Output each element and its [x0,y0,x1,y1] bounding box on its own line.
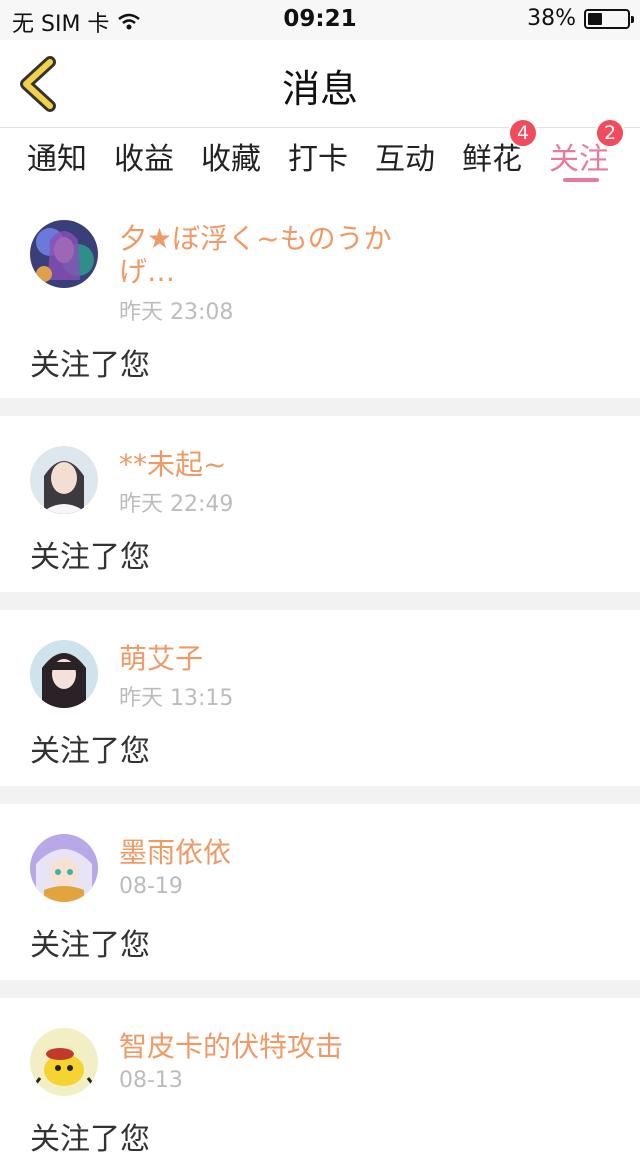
battery-percent: 38% [527,6,576,31]
list-item[interactable]: 萌艾子 昨天 13:15 关注了您 [0,610,640,786]
tab-interaction[interactable]: 互动 [375,134,435,178]
message-text: 关注了您 [30,928,150,963]
tab-bar: 通知 收益 收藏 打卡 互动 鲜花 4 关注 2 [0,118,640,186]
page-title: 消息 [281,67,358,111]
username[interactable]: 萌艾子 [119,642,419,675]
avatar[interactable] [30,220,98,288]
tab-notice[interactable]: 通知 [27,134,87,178]
message-text: 关注了您 [30,734,150,769]
tab-favorites[interactable]: 收藏 [201,134,261,178]
message-text: 关注了您 [30,348,150,383]
tab-label: 互动 [375,142,435,177]
tab-label: 鲜花 [462,142,522,177]
list-item[interactable]: **未起~ 昨天 22:49 关注了您 [0,416,640,592]
timestamp: 昨天 22:49 [119,492,234,517]
tab-label: 关注 [549,142,609,177]
tab-label: 打卡 [288,142,348,177]
timestamp: 08-19 [119,874,183,899]
list-item[interactable]: 墨雨依依 08-19 关注了您 [0,804,640,980]
timestamp: 08-13 [119,1068,183,1093]
divider [0,786,640,804]
list-item[interactable]: 夕★ぼ浮く~ものうかげ… 昨天 23:08 关注了您 [0,190,640,398]
tab-flowers[interactable]: 鲜花 4 [462,118,538,178]
avatar[interactable] [30,1028,98,1096]
username[interactable]: 夕★ぼ浮く~ものうかげ… [119,222,419,288]
status-bar: 无 SIM 卡 09:21 38% [0,0,640,40]
battery-group: 38% [527,6,634,31]
battery-icon [584,8,634,29]
divider [0,592,640,610]
tab-follow[interactable]: 关注 2 [549,118,625,178]
tab-checkin[interactable]: 打卡 [288,134,348,178]
avatar[interactable] [30,446,98,514]
message-text: 关注了您 [30,540,150,575]
tab-label: 收益 [114,142,174,177]
timestamp: 昨天 23:08 [119,300,234,325]
unread-badge: 2 [595,118,625,148]
unread-badge: 4 [508,118,538,148]
divider [0,398,640,416]
username[interactable]: 墨雨依依 [119,836,419,869]
avatar[interactable] [30,834,98,902]
tab-earnings[interactable]: 收益 [114,134,174,178]
divider [0,980,640,998]
tab-label: 收藏 [201,142,261,177]
tab-label: 通知 [27,142,87,177]
username[interactable]: **未起~ [119,448,419,481]
nav-bar: 消息 [0,40,640,128]
username[interactable]: 智皮卡的伏特攻击 [119,1030,419,1063]
message-text: 关注了您 [30,1122,150,1157]
active-tab-indicator [563,178,599,182]
list-item[interactable]: 智皮卡的伏特攻击 08-13 关注了您 [0,998,640,1174]
avatar[interactable] [30,640,98,708]
timestamp: 昨天 13:15 [119,686,234,711]
